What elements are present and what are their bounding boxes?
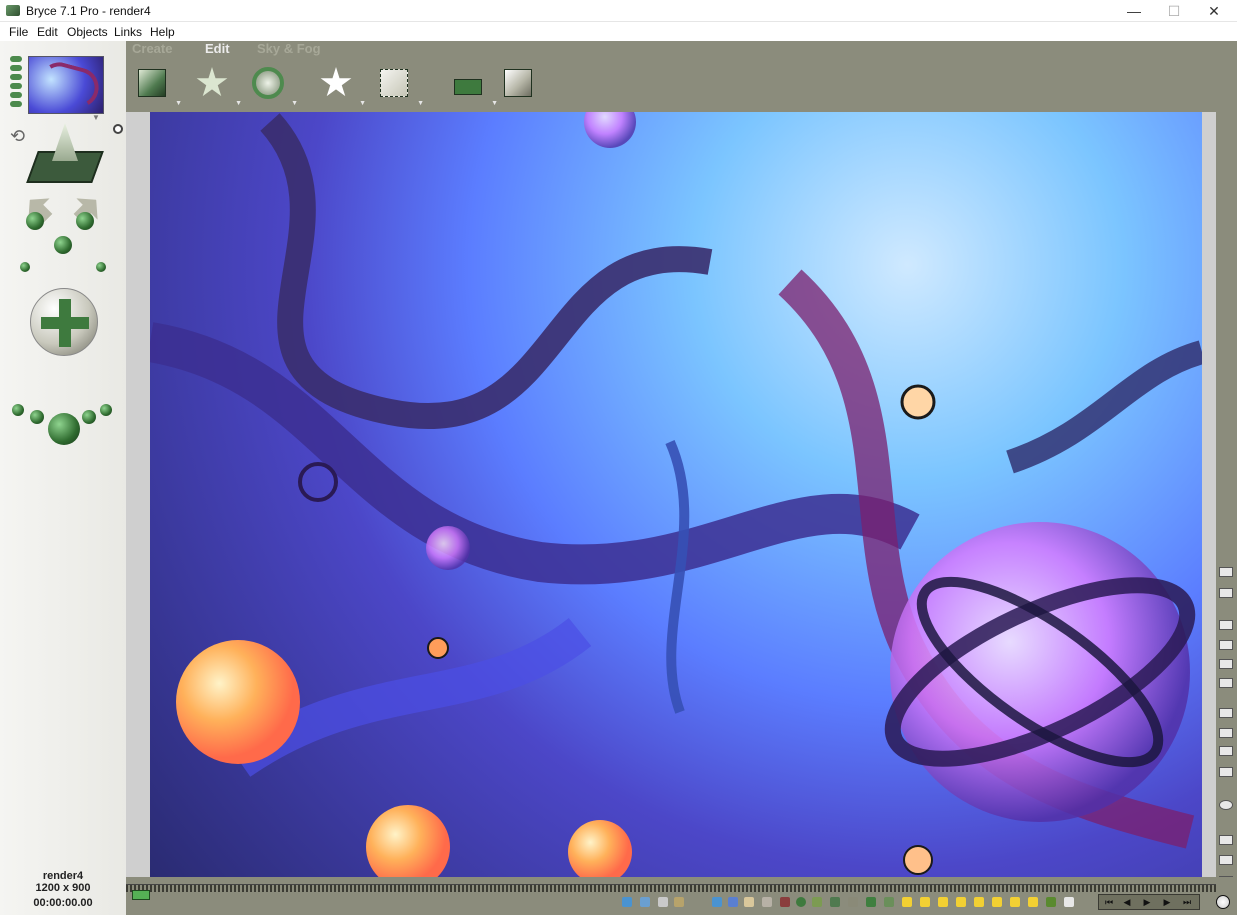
wire-sphere-icon[interactable] (1219, 800, 1233, 810)
text-icon[interactable] (1219, 728, 1233, 738)
object-keyframe-icon[interactable] (956, 897, 966, 907)
object-keyframe-icon[interactable] (884, 897, 894, 907)
small-dot-icon[interactable] (96, 262, 106, 272)
window-title: Bryce 7.1 Pro - render4 (26, 4, 151, 18)
control-palette: ▼ ⟲ render4 1200 x 900 00:00:00.00 (0, 41, 126, 915)
zoom-dot-icon[interactable] (100, 404, 112, 416)
small-dot-icon[interactable] (20, 262, 30, 272)
timeline-scrubber[interactable] (126, 884, 1216, 900)
indicator-led-icon (10, 101, 22, 107)
rewind-button[interactable]: ⏮ (1101, 895, 1117, 909)
object-keyframe-icon[interactable] (902, 897, 912, 907)
tab-edit[interactable]: Edit (205, 41, 230, 56)
tab-sky-fog[interactable]: Sky & Fog (257, 41, 321, 56)
list-icon[interactable] (1219, 708, 1233, 718)
render-time: 00:00:00.00 (33, 897, 93, 909)
menu-bar: File Edit Objects Links Help (0, 22, 1237, 41)
indicator-led-icon (10, 83, 22, 89)
object-keyframe-icon[interactable] (938, 897, 948, 907)
object-keyframe-icon[interactable] (728, 897, 738, 907)
camera-keyframe-icon[interactable] (640, 897, 650, 907)
eraser-icon[interactable] (1219, 588, 1233, 598)
view-mode-icon[interactable] (1219, 659, 1233, 669)
menu-help[interactable]: Help (150, 25, 175, 39)
indicator-led-icon (10, 92, 22, 98)
terrain-editor-icon[interactable] (498, 63, 538, 103)
playback-controls: ⏮ ◀ ▶ ▶ ⏭ (1098, 894, 1200, 910)
randomize-icon[interactable]: ▼ (448, 63, 498, 107)
object-keyframe-icon[interactable] (780, 897, 790, 907)
zoom-icon[interactable] (1219, 855, 1233, 865)
align-icon[interactable]: ▼ (374, 63, 424, 107)
preview-dropdown-icon[interactable]: ▼ (92, 113, 100, 122)
animation-timeline: ⏮ ◀ ▶ ▶ ⏭ (126, 877, 1237, 915)
play-button[interactable]: ▶ (1139, 895, 1155, 909)
render-size: 1200 x 900 (35, 882, 91, 894)
zoom-dot-icon[interactable] (12, 404, 24, 416)
object-keyframe-icon[interactable] (974, 897, 984, 907)
render-name: render4 (42, 870, 84, 882)
camera-keyframe-icon[interactable] (622, 897, 632, 907)
view-mode-icon[interactable] (1219, 678, 1233, 688)
camera-cross-controls[interactable] (10, 196, 114, 274)
material-lab-cube-icon[interactable]: ▼ (132, 63, 182, 107)
rotate-icon[interactable]: ▼ (248, 63, 298, 107)
menu-edit[interactable]: Edit (37, 25, 58, 39)
tab-create[interactable]: Create (132, 41, 172, 56)
view-mode-icon[interactable] (1219, 620, 1233, 630)
object-keyframe-icon[interactable] (1046, 897, 1056, 907)
keyframe-icon[interactable] (658, 897, 668, 907)
object-keyframe-icon[interactable] (762, 897, 772, 907)
indicator-led-icon (10, 65, 22, 71)
object-keyframe-icon[interactable] (1028, 897, 1038, 907)
menu-objects[interactable]: Objects (67, 25, 108, 39)
menu-file[interactable]: File (9, 25, 28, 39)
object-keyframe-icon[interactable] (796, 897, 806, 907)
brush-icon[interactable] (1219, 567, 1233, 577)
object-keyframe-icon[interactable] (744, 897, 754, 907)
monitor-icon[interactable] (1219, 767, 1233, 777)
render-canvas[interactable] (150, 112, 1202, 877)
indicator-led-icon (10, 56, 22, 62)
pan-center-dot-icon[interactable] (54, 236, 72, 254)
title-bar: Bryce 7.1 Pro - render4 — ☐ ✕ (0, 0, 1237, 22)
object-keyframe-icon[interactable] (848, 897, 858, 907)
step-forward-button[interactable]: ▶ (1159, 895, 1175, 909)
nano-preview-thumbnail[interactable] (28, 56, 104, 114)
camera-trackball-icon[interactable]: ⟲ (10, 126, 25, 147)
timeline-handle[interactable] (132, 890, 150, 900)
zoom-icon[interactable] (1219, 835, 1233, 845)
right-tool-strip (1216, 112, 1237, 915)
object-keyframe-icon[interactable] (866, 897, 876, 907)
object-keyframe-icon[interactable] (920, 897, 930, 907)
lines-icon[interactable] (1219, 746, 1233, 756)
camera-view-control-icon[interactable] (26, 123, 104, 187)
object-keyframe-icon[interactable] (992, 897, 1002, 907)
reposition-icon[interactable]: ▼ (316, 63, 366, 107)
bryce-app-icon (6, 5, 20, 16)
camera-trackball-sphere-icon[interactable] (30, 288, 98, 356)
menu-links[interactable]: Links (114, 25, 142, 39)
camera-radio-icon[interactable] (113, 124, 123, 134)
globe-icon[interactable] (1216, 895, 1230, 909)
zoom-dot-icon[interactable] (30, 410, 44, 424)
pan-left-dot-icon[interactable] (26, 212, 44, 230)
object-keyframe-icon[interactable] (812, 897, 822, 907)
step-back-button[interactable]: ◀ (1119, 895, 1135, 909)
edit-palette-toolbar: Create Edit Sky & Fog ▼ ▼ ▼ ▼ ▼ ▼ (126, 41, 1237, 112)
rendered-scene (150, 112, 1202, 877)
object-keyframe-icon[interactable] (830, 897, 840, 907)
zoom-dot-icon[interactable] (82, 410, 96, 424)
object-keyframe-icon[interactable] (1010, 897, 1020, 907)
zoom-main-dot-icon[interactable] (48, 413, 80, 445)
pan-right-dot-icon[interactable] (76, 212, 94, 230)
fast-forward-button[interactable]: ⏭ (1179, 895, 1195, 909)
object-keyframe-icon[interactable] (712, 897, 722, 907)
resize-icon[interactable]: ▼ (192, 63, 242, 107)
close-button[interactable]: ✕ (1191, 0, 1237, 22)
indicator-led-icon (10, 74, 22, 80)
view-mode-icon[interactable] (1219, 640, 1233, 650)
keyframe-icon[interactable] (674, 897, 684, 907)
object-keyframe-icon[interactable] (1064, 897, 1074, 907)
